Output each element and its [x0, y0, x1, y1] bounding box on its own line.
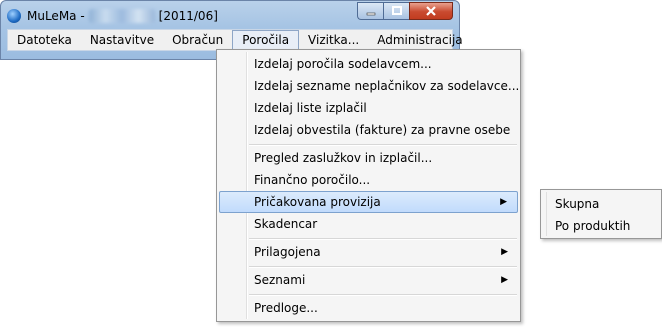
menu-item-label: Seznami: [254, 273, 306, 287]
menu-item-prilagojena[interactable]: Prilagojena ▶: [219, 241, 518, 263]
porocila-dropdown: Izdelaj poročila sodelavcem... Izdelaj s…: [216, 49, 521, 322]
app-icon: [7, 9, 21, 23]
redacted-name: [88, 9, 155, 23]
menu-porocila[interactable]: Poročila: [232, 30, 300, 50]
submenu-arrow-icon: ▶: [500, 197, 507, 207]
menu-item-financno-porocilo[interactable]: Finančno poročilo...: [219, 169, 518, 191]
maximize-icon: [391, 6, 402, 15]
menu-item-predloge[interactable]: Predloge...: [219, 297, 518, 319]
menu-item-label: Pričakovana provizija: [254, 195, 381, 209]
window-controls: [357, 2, 453, 20]
menu-item-label: Prilagojena: [254, 245, 321, 259]
submenu-item-skupna[interactable]: Skupna: [555, 193, 599, 215]
menu-datoteka[interactable]: Datoteka: [8, 30, 81, 50]
minimize-button[interactable]: [357, 2, 383, 20]
menu-item-seznami-neplacnikov[interactable]: Izdelaj sezname neplačnikov za sodelavce…: [219, 75, 519, 97]
menu-item-skadencar[interactable]: Skadencar: [219, 213, 518, 235]
close-icon: [426, 6, 436, 16]
menu-item-obvestila-fakture[interactable]: Izdelaj obvestila (fakture) za pravne os…: [219, 119, 518, 141]
menu-separator: [249, 266, 517, 268]
menu-administracija[interactable]: Administracija: [368, 30, 471, 50]
menu-item-pricakovana-provizija[interactable]: Pričakovana provizija ▶: [219, 191, 518, 213]
menu-vizitka[interactable]: Vizitka...: [299, 30, 368, 50]
title-bar: MuLeMa - [2011/06]: [7, 7, 218, 25]
minimize-icon: [366, 12, 375, 16]
provizija-submenu: Skupna Po produktih: [540, 189, 662, 239]
menu-item-liste-izplacil[interactable]: Izdelaj liste izplačil: [219, 97, 518, 119]
menu-separator: [249, 144, 517, 146]
maximize-button[interactable]: [383, 2, 409, 20]
menu-obracun[interactable]: Obračun: [163, 30, 232, 50]
menu-item-seznami[interactable]: Seznami ▶: [219, 269, 518, 291]
submenu-item-po-produktih[interactable]: Po produktih: [555, 215, 630, 237]
menu-separator: [249, 238, 517, 240]
menu-separator: [249, 294, 517, 296]
menu-nastavitve[interactable]: Nastavitve: [81, 30, 163, 50]
menu-item-porocila-sodelavcem[interactable]: Izdelaj poročila sodelavcem...: [219, 53, 518, 75]
window-period: [2011/06]: [158, 9, 218, 23]
menu-bar: Datoteka Nastavitve Obračun Poročila Viz…: [7, 29, 463, 51]
close-button[interactable]: [409, 2, 453, 20]
submenu-arrow-icon: ▶: [501, 247, 508, 257]
submenu-arrow-icon: ▶: [501, 275, 508, 285]
window-title: MuLeMa -: [27, 9, 85, 23]
menu-item-pregled-zasluzkov[interactable]: Pregled zaslužkov in izplačil...: [219, 147, 518, 169]
